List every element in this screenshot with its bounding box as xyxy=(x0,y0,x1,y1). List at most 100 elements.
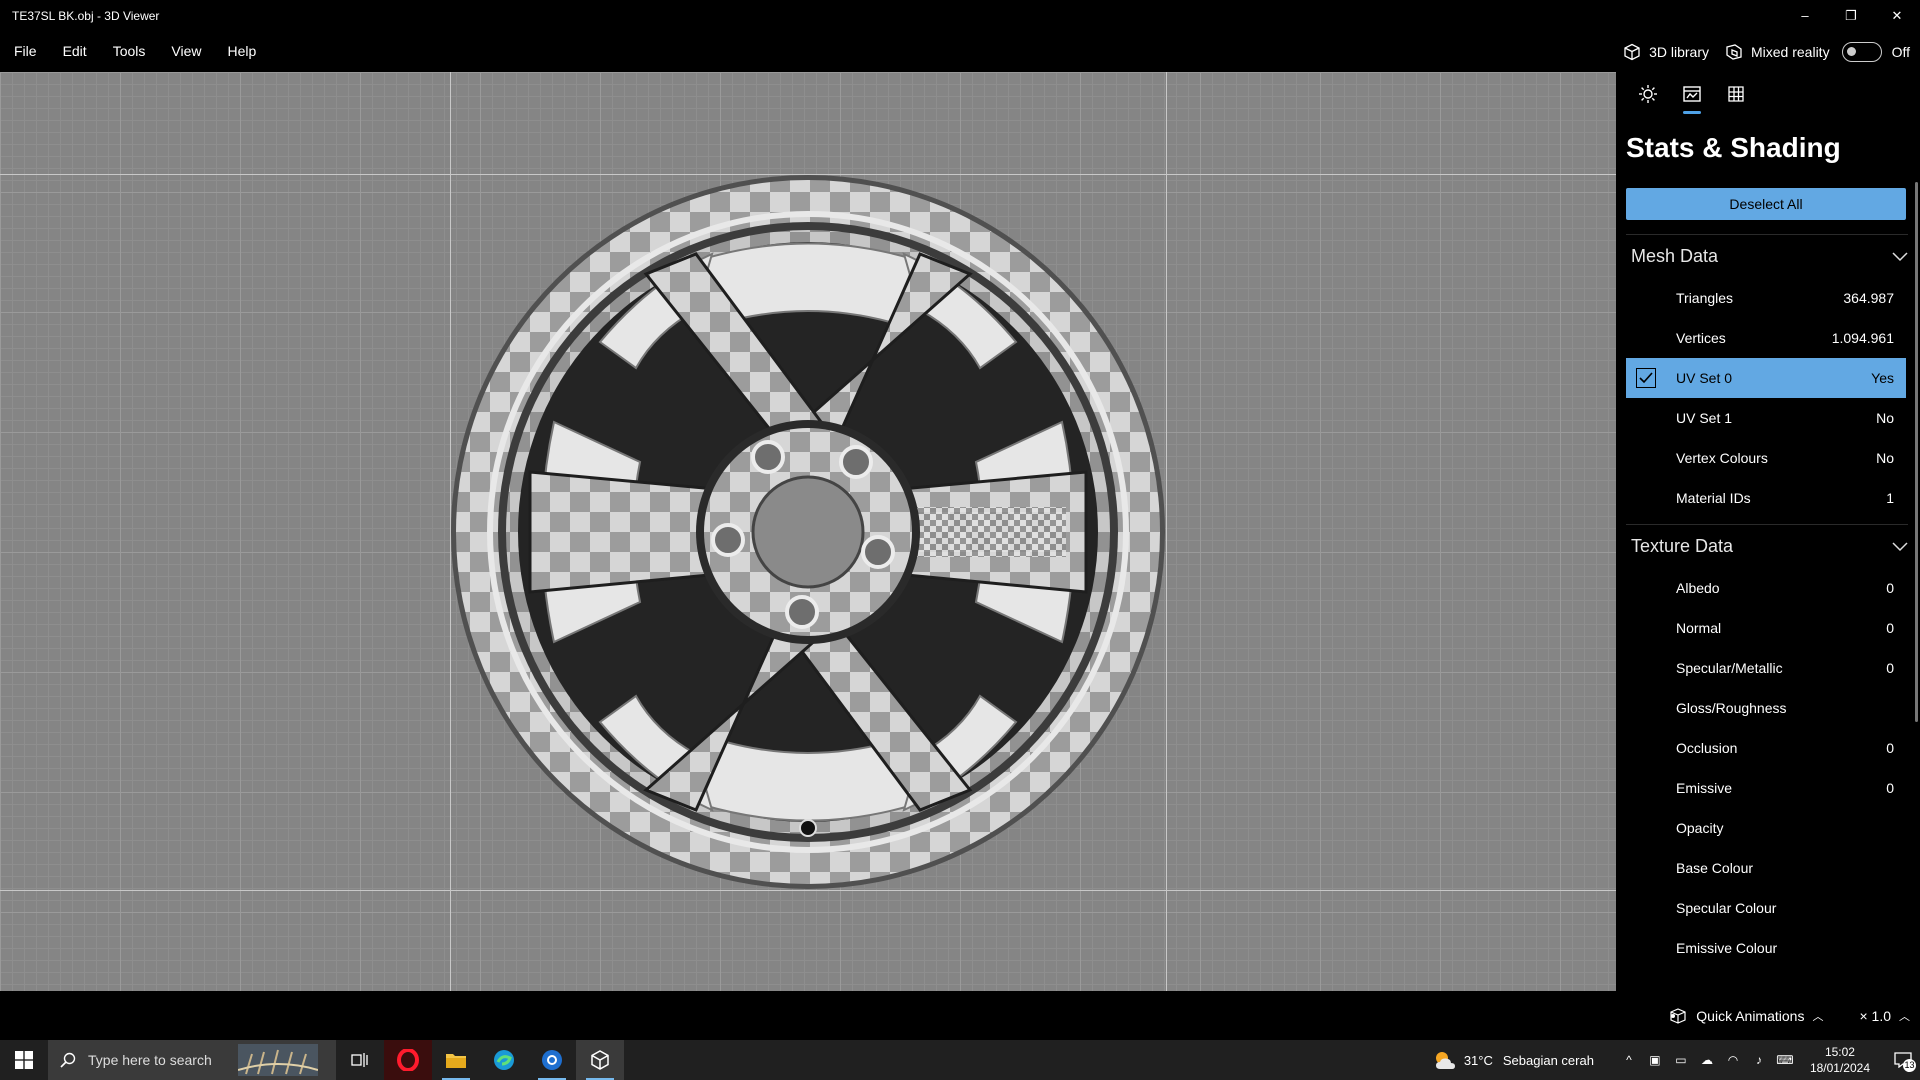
deselect-all-button[interactable]: Deselect All xyxy=(1626,188,1906,220)
window-title: TE37SL BK.obj - 3D Viewer xyxy=(12,8,160,23)
restore-button[interactable]: ❐ xyxy=(1828,0,1874,31)
row-label: UV Set 1 xyxy=(1676,410,1733,426)
texture-row-specular-colour[interactable]: Specular Colour xyxy=(1626,888,1906,928)
menu-view[interactable]: View xyxy=(158,31,214,72)
mesh-row-vertices[interactable]: Vertices 1.094.961 xyxy=(1626,318,1906,358)
mesh-row-uv-set-0[interactable]: UV Set 0 Yes xyxy=(1626,358,1906,398)
checkbox-checked-icon[interactable] xyxy=(1636,368,1656,388)
stats-icon xyxy=(1683,86,1701,102)
volume-icon[interactable]: ♪ xyxy=(1747,1053,1771,1067)
texture-row-emissive[interactable]: Emissive 0 xyxy=(1626,768,1906,808)
3d-viewport[interactable] xyxy=(0,72,1616,991)
mesh-row-triangles[interactable]: Triangles 364.987 xyxy=(1626,278,1906,318)
tab-grid[interactable] xyxy=(1714,72,1758,116)
mesh-data-list: Triangles 364.987 Vertices 1.094.961 UV Se… xyxy=(1616,278,1920,518)
row-value: Yes xyxy=(1871,370,1894,386)
mesh-data-header[interactable]: Mesh Data xyxy=(1626,234,1908,278)
taskbar-app-edge[interactable] xyxy=(480,1040,528,1080)
weather-text: Sebagian cerah xyxy=(1502,1052,1594,1068)
mesh-row-material-ids[interactable]: Material IDs 1 xyxy=(1626,478,1906,518)
texture-row-specular-metallic[interactable]: Specular/Metallic 0 xyxy=(1626,648,1906,688)
opera-icon xyxy=(397,1049,419,1071)
row-label: Albedo xyxy=(1676,580,1720,596)
mixed-reality-button[interactable]: Mixed reality xyxy=(1725,43,1830,61)
row-value: 0 xyxy=(1886,740,1894,756)
row-label: Vertex Colours xyxy=(1676,450,1768,466)
sun-icon xyxy=(1639,85,1657,103)
texture-row-gloss-roughness[interactable]: Gloss/Roughness xyxy=(1626,688,1906,728)
taskbar-app-3d-viewer[interactable] xyxy=(576,1040,624,1080)
search-placeholder: Type here to search xyxy=(88,1052,212,1068)
weather-widget[interactable]: 31°C Sebagian cerah xyxy=(1432,1049,1594,1071)
tab-lighting[interactable] xyxy=(1626,72,1670,116)
notification-badge: 13 xyxy=(1903,1059,1916,1072)
texture-data-list: Albedo 0 Normal 0 Specular/Metallic 0 Gloss… xyxy=(1616,568,1920,968)
row-value: 364.987 xyxy=(1843,290,1894,306)
texture-row-opacity[interactable]: Opacity xyxy=(1626,808,1906,848)
speed-value: × 1.0 xyxy=(1859,1007,1891,1024)
quick-animations-button[interactable]: Quick Animations ︿ xyxy=(1668,1008,1823,1024)
clock[interactable]: 15:02 18/01/2024 xyxy=(1810,1044,1870,1076)
task-view-icon xyxy=(351,1053,368,1067)
toggle-knob xyxy=(1846,46,1856,56)
mixed-reality-toggle[interactable] xyxy=(1841,41,1882,62)
taskbar-app-file-explorer[interactable] xyxy=(432,1040,480,1080)
onedrive-icon[interactable]: ☁ xyxy=(1695,1053,1719,1067)
speed-selector[interactable]: × 1.0 ︿ xyxy=(1859,1008,1910,1024)
animation-icon xyxy=(1670,1007,1686,1024)
row-label: Specular/Metallic xyxy=(1676,660,1783,676)
grid-icon xyxy=(1728,86,1744,102)
start-button[interactable] xyxy=(0,1040,48,1080)
notification-center-button[interactable]: 13 xyxy=(1886,1040,1920,1080)
mixed-reality-icon xyxy=(1726,43,1742,60)
panel-scrollbar[interactable] xyxy=(1915,182,1918,722)
texture-row-normal[interactable]: Normal 0 xyxy=(1626,608,1906,648)
cube-icon xyxy=(1624,43,1640,60)
row-value: No xyxy=(1876,450,1894,466)
mesh-row-vertex-colours[interactable]: Vertex Colours No xyxy=(1626,438,1906,478)
system-tray: 31°C Sebagian cerah ^ ▣ ▭ ☁ ◠ ♪ ⌨ 15:02 … xyxy=(1432,1040,1920,1080)
minimize-button[interactable]: – xyxy=(1782,0,1828,31)
wheel-model[interactable] xyxy=(450,172,1170,892)
texture-data-header[interactable]: Texture Data xyxy=(1626,524,1908,568)
wifi-icon[interactable]: ◠ xyxy=(1721,1053,1745,1067)
row-label: Gloss/Roughness xyxy=(1676,700,1787,716)
texture-row-albedo[interactable]: Albedo 0 xyxy=(1626,568,1906,608)
panel-title: Stats & Shading xyxy=(1626,132,1841,163)
texture-row-emissive-colour[interactable]: Emissive Colour xyxy=(1626,928,1906,968)
menu-tools[interactable]: Tools xyxy=(100,31,159,72)
mixed-reality-label: Mixed reality xyxy=(1750,43,1830,60)
task-view-button[interactable] xyxy=(336,1040,384,1080)
taskbar-search[interactable]: Type here to search xyxy=(48,1040,336,1080)
taskbar-app-browser[interactable] xyxy=(528,1040,576,1080)
texture-data-label: Texture Data xyxy=(1631,536,1734,556)
chevron-up-icon: ︿ xyxy=(1812,1010,1824,1023)
keyboard-icon[interactable]: ⌨ xyxy=(1773,1053,1797,1067)
row-label: UV Set 0 xyxy=(1676,370,1733,386)
row-label: Emissive xyxy=(1676,780,1733,796)
chevron-up-icon[interactable]: ^ xyxy=(1617,1053,1641,1067)
menu-edit[interactable]: Edit xyxy=(50,31,100,72)
battery-icon[interactable]: ▭ xyxy=(1669,1053,1693,1067)
tab-stats-shading[interactable] xyxy=(1670,72,1714,116)
texture-row-occlusion[interactable]: Occlusion 0 xyxy=(1626,728,1906,768)
texture-row-base-colour[interactable]: Base Colour xyxy=(1626,848,1906,888)
chevron-up-icon: ︿ xyxy=(1899,1010,1910,1023)
row-value: 0 xyxy=(1886,780,1894,796)
taskbar-app-opera[interactable] xyxy=(384,1040,432,1080)
app-tray-icon[interactable]: ▣ xyxy=(1643,1053,1667,1067)
row-label: Triangles xyxy=(1676,290,1734,306)
3d-library-button[interactable]: 3D library xyxy=(1623,43,1709,61)
checker-detail xyxy=(896,507,1066,557)
menu-file[interactable]: File xyxy=(0,31,50,72)
mesh-row-uv-set-1[interactable]: UV Set 1 No xyxy=(1626,398,1906,438)
partly-cloudy-icon xyxy=(1435,1052,1455,1069)
quick-animations-label: Quick Animations xyxy=(1696,1007,1805,1024)
close-button[interactable]: ✕ xyxy=(1874,0,1920,31)
row-label: Vertices xyxy=(1676,330,1726,346)
row-label: Opacity xyxy=(1676,820,1724,836)
row-value: No xyxy=(1876,410,1894,426)
menu-help[interactable]: Help xyxy=(214,31,269,72)
row-label: Normal xyxy=(1676,620,1722,636)
clock-date: 18/01/2024 xyxy=(1809,1061,1870,1075)
